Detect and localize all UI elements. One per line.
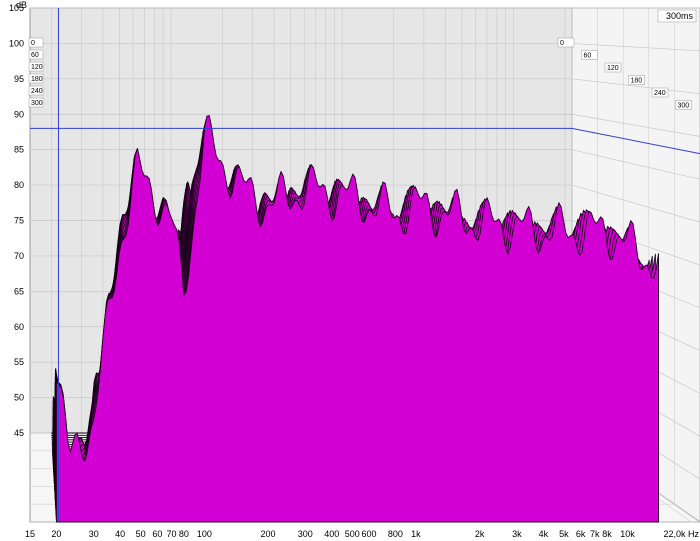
x-tick-label: 400 bbox=[324, 529, 339, 539]
x-tick-label: 6k bbox=[576, 529, 586, 539]
x-tick-label: 4k bbox=[539, 529, 549, 539]
x-tick-label: 40 bbox=[115, 529, 125, 539]
time-label-diag: 0 bbox=[560, 40, 564, 47]
x-tick-label: 15 bbox=[25, 529, 35, 539]
y-tick-label: 60 bbox=[14, 322, 24, 332]
x-tick-label: 50 bbox=[136, 529, 146, 539]
time-label-diag: 180 bbox=[631, 78, 643, 85]
y-tick-label: 100 bbox=[9, 38, 24, 48]
y-tick-label: 55 bbox=[14, 357, 24, 367]
x-tick-label: 200 bbox=[261, 529, 276, 539]
x-tick-label: 600 bbox=[361, 529, 376, 539]
x-tick-label: 20 bbox=[51, 529, 61, 539]
x-tick-label: 7k bbox=[590, 529, 600, 539]
y-tick-label: 50 bbox=[14, 393, 24, 403]
time-label-left: 60 bbox=[31, 52, 39, 59]
x-tick-label: 10k bbox=[620, 529, 635, 539]
time-label-diag: 300 bbox=[678, 103, 690, 110]
time-label-diag: 120 bbox=[607, 65, 619, 72]
waterfall-plot: 1051009590858075706560555045dB15 20 30 40 50… bbox=[0, 0, 700, 541]
x-tick-label: 300 bbox=[298, 529, 313, 539]
time-label-left: 300 bbox=[31, 100, 43, 107]
y-tick-label: 95 bbox=[14, 74, 24, 84]
time-label-left: 120 bbox=[31, 64, 43, 71]
y-tick-label: 90 bbox=[14, 109, 24, 119]
y-tick-label: 85 bbox=[14, 145, 24, 155]
x-tick-label: 30 bbox=[89, 529, 99, 539]
x-tick-label: 1k bbox=[411, 529, 421, 539]
time-axis-label: 300ms bbox=[666, 11, 694, 21]
time-label-left: 0 bbox=[31, 40, 35, 47]
x-tick-label: 5k bbox=[559, 529, 569, 539]
x-tick-label: 70 bbox=[167, 529, 177, 539]
x-tick-label: 3k bbox=[512, 529, 522, 539]
x-tick-label: 500 bbox=[345, 529, 360, 539]
y-tick-label: 75 bbox=[14, 216, 24, 226]
time-label-diag: 240 bbox=[654, 90, 666, 97]
y-tick-label: 65 bbox=[14, 286, 24, 296]
x-tick-label: 2k bbox=[475, 529, 485, 539]
y-tick-label: 80 bbox=[14, 180, 24, 190]
x-tick-label: 22,0k Hz bbox=[663, 529, 699, 539]
x-tick-label: 100 bbox=[197, 529, 212, 539]
x-tick-label: 60 bbox=[152, 529, 162, 539]
time-label-left: 180 bbox=[31, 76, 43, 83]
y-tick-label: 45 bbox=[14, 428, 24, 438]
time-label-diag: 60 bbox=[584, 53, 592, 60]
y-tick-label: 70 bbox=[14, 251, 24, 261]
time-label-left: 240 bbox=[31, 88, 43, 95]
x-tick-label: 8k bbox=[602, 529, 612, 539]
y-axis-label: dB bbox=[16, 0, 27, 10]
x-tick-label: 80 bbox=[179, 529, 189, 539]
x-tick-label: 800 bbox=[388, 529, 403, 539]
